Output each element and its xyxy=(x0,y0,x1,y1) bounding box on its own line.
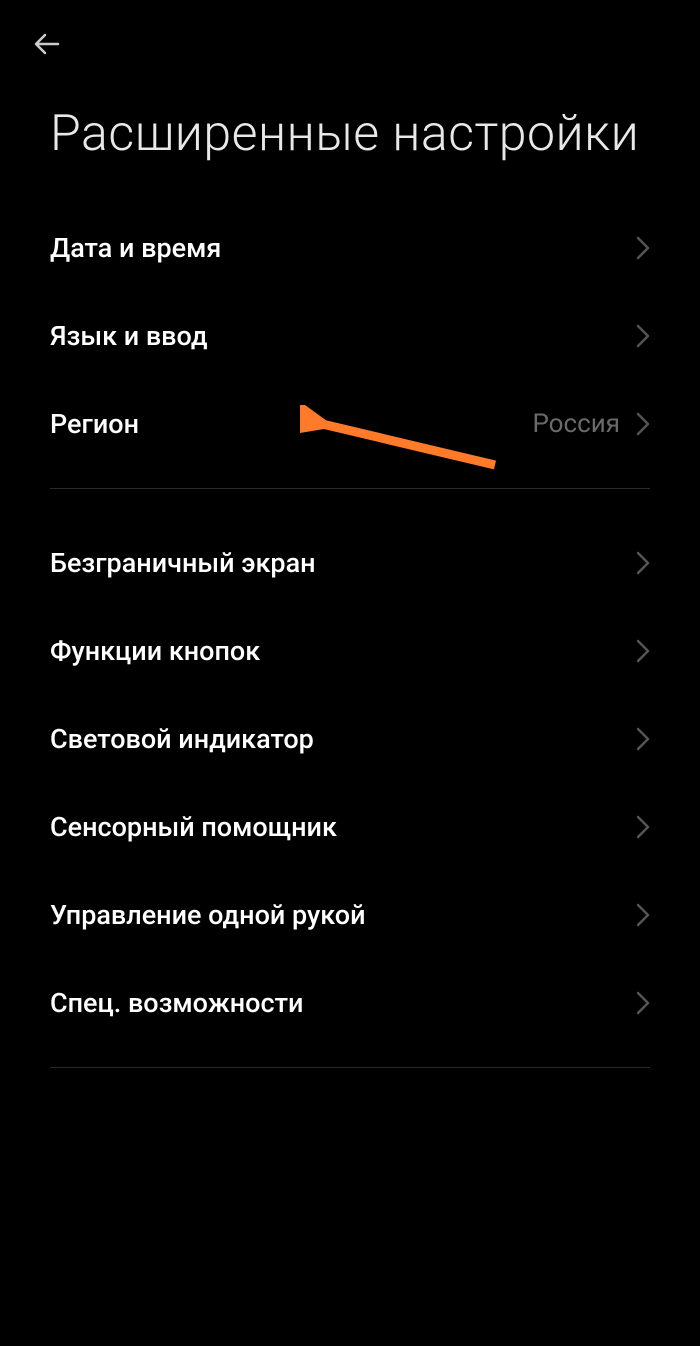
list-item-right xyxy=(636,727,650,751)
chevron-right-icon xyxy=(636,236,650,260)
settings-item-one-handed-mode[interactable]: Управление одной рукой xyxy=(0,871,700,959)
list-item-right xyxy=(636,815,650,839)
list-item-label: Дата и время xyxy=(50,232,221,264)
arrow-left-icon xyxy=(28,25,66,63)
list-item-label: Сенсорный помощник xyxy=(50,811,337,843)
section-divider xyxy=(50,1067,650,1068)
list-item-label: Управление одной рукой xyxy=(50,899,366,931)
list-item-value: Россия xyxy=(532,409,620,439)
chevron-right-icon xyxy=(636,991,650,1015)
settings-item-button-functions[interactable]: Функции кнопок xyxy=(0,607,700,695)
list-item-right xyxy=(636,324,650,348)
list-item-right xyxy=(636,639,650,663)
chevron-right-icon xyxy=(636,639,650,663)
settings-item-date-time[interactable]: Дата и время xyxy=(0,204,700,292)
list-item-right xyxy=(636,903,650,927)
list-item-label: Функции кнопок xyxy=(50,635,260,667)
chevron-right-icon xyxy=(636,324,650,348)
settings-list: Дата и время Язык и ввод Регион Россия Б… xyxy=(0,204,700,1068)
settings-item-language-input[interactable]: Язык и ввод xyxy=(0,292,700,380)
settings-item-led-indicator[interactable]: Световой индикатор xyxy=(0,695,700,783)
settings-item-fullscreen-display[interactable]: Безграничный экран xyxy=(0,519,700,607)
chevron-right-icon xyxy=(636,815,650,839)
list-item-label: Световой индикатор xyxy=(50,723,314,755)
list-item-label: Регион xyxy=(50,408,139,440)
list-item-right xyxy=(636,551,650,575)
list-item-label: Спец. возможности xyxy=(50,987,303,1019)
chevron-right-icon xyxy=(636,412,650,436)
settings-item-touch-assistant[interactable]: Сенсорный помощник xyxy=(0,783,700,871)
settings-item-region[interactable]: Регион Россия xyxy=(0,380,700,468)
list-item-right xyxy=(636,991,650,1015)
list-item-right xyxy=(636,236,650,260)
list-item-label: Язык и ввод xyxy=(50,320,208,352)
page-title: Расширенные настройки xyxy=(50,104,650,164)
chevron-right-icon xyxy=(636,551,650,575)
list-item-right: Россия xyxy=(532,409,650,439)
page-title-container: Расширенные настройки xyxy=(0,74,700,204)
header xyxy=(0,0,700,74)
settings-item-accessibility[interactable]: Спец. возможности xyxy=(0,959,700,1047)
chevron-right-icon xyxy=(636,727,650,751)
back-button[interactable] xyxy=(28,24,68,64)
section-divider xyxy=(50,488,650,489)
list-item-label: Безграничный экран xyxy=(50,547,316,579)
chevron-right-icon xyxy=(636,903,650,927)
